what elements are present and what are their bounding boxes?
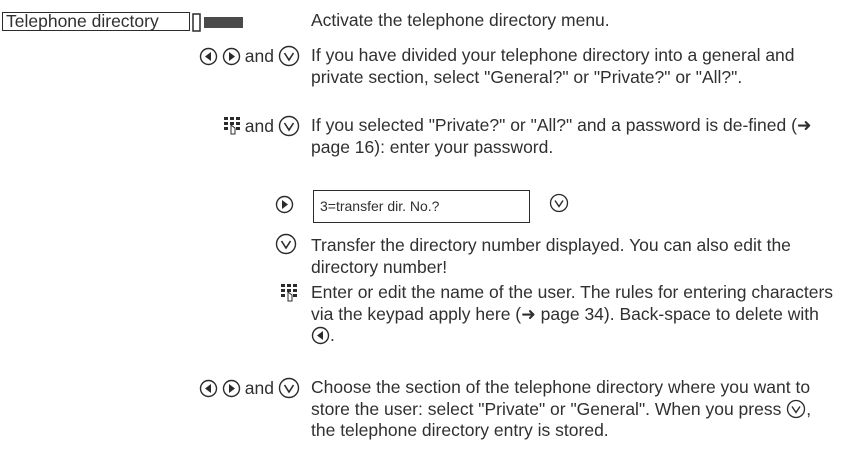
- step-6-text: Choose the section of the telephone dire…: [311, 377, 836, 442]
- step-5-text-main: Enter or edit the name of the user. The …: [311, 282, 834, 324]
- step-7-keys: and: [160, 377, 300, 399]
- left-arrow-key-icon: [199, 47, 217, 65]
- step-5-text: Enter or edit the name of the user. The …: [311, 282, 836, 347]
- step-5-text-end: .: [330, 325, 335, 345]
- and-label: and: [244, 377, 274, 398]
- ok-key-icon: [278, 45, 300, 67]
- step-3-text: If you selected "Private?" or "All?" and…: [311, 115, 812, 157]
- left-arrow-key-icon: [199, 379, 217, 397]
- and-label: and: [244, 45, 274, 66]
- and-label: and: [244, 115, 274, 136]
- left-arrow-key-icon: [311, 326, 330, 345]
- step-1-text: Activate the telephone directory menu.: [311, 10, 610, 30]
- menu-key-label: Telephone directory: [2, 12, 190, 31]
- step-3-keys: and: [160, 115, 300, 137]
- right-arrow-key-icon: [222, 379, 240, 397]
- ok-key-icon: [787, 399, 806, 418]
- step-4-text: Transfer the directory number displayed.…: [311, 235, 791, 277]
- step-2-text: If you have divided your telephone direc…: [311, 45, 795, 87]
- ok-key-icon: [278, 377, 300, 399]
- display-screen: 3=transfer dir. No.?: [313, 190, 530, 223]
- keypad-icon: [223, 117, 240, 135]
- ok-key-icon: [275, 233, 297, 255]
- telephone-directory-menu-key[interactable]: Telephone directory: [2, 12, 243, 33]
- step-6-text-main: Choose the section of the telephone dire…: [311, 377, 811, 419]
- display-key-icon: [192, 13, 243, 32]
- right-arrow-key-icon: [275, 195, 294, 214]
- keypad-icon: [281, 284, 297, 302]
- ok-key-icon: [278, 115, 300, 137]
- right-arrow-key-icon: [222, 47, 240, 65]
- step-2-keys: and: [160, 45, 300, 67]
- ok-key-icon: [549, 193, 569, 213]
